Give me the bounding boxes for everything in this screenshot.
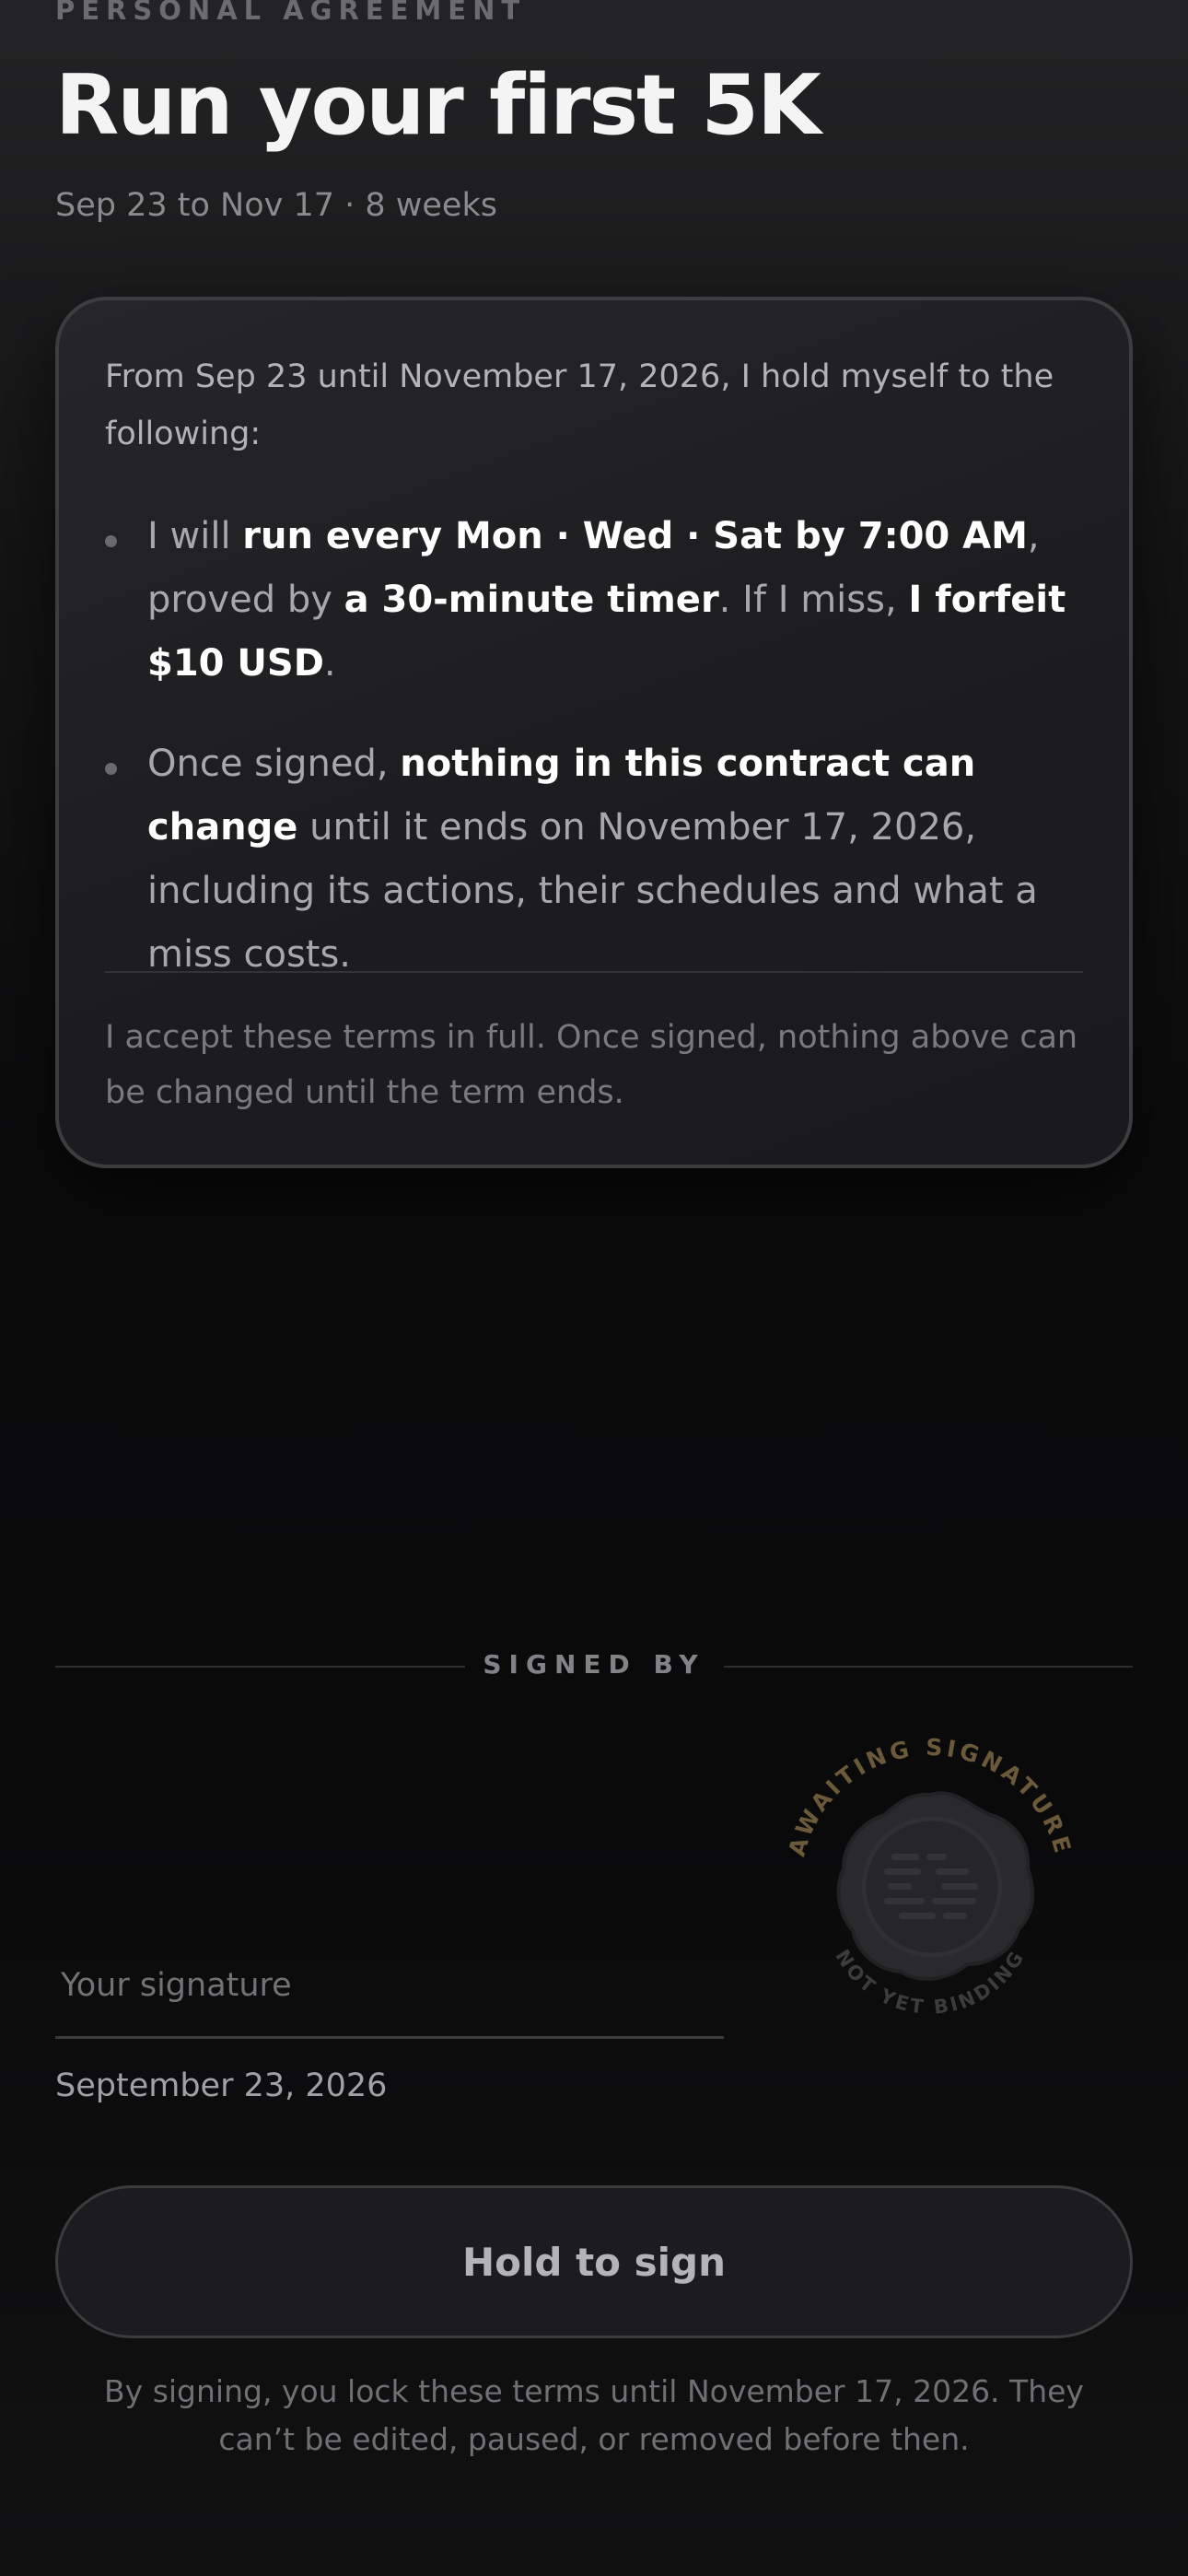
signature-date: September 23, 2026 xyxy=(55,2067,388,2104)
acceptance-statement: I accept these terms in full. Once signe… xyxy=(105,1019,1078,1111)
term-1-proof: a 30-minute timer xyxy=(344,579,719,621)
signed-by-label: SIGNED BY xyxy=(483,1649,705,1680)
term-1-schedule: run every Mon · Wed · Sat by 7:00 AM xyxy=(242,515,1028,557)
card-divider xyxy=(105,971,1083,973)
term-1-text-a: I will xyxy=(147,515,243,557)
contract-term-2: Once signed, nothing in this contract ca… xyxy=(147,732,1087,987)
signed-by-divider-left xyxy=(55,1666,465,1668)
bullet-dot-2 xyxy=(105,763,117,775)
signed-by-divider-right xyxy=(724,1666,1133,1668)
signature-line[interactable] xyxy=(55,2036,724,2039)
signing-disclaimer: By signing, you lock these terms until N… xyxy=(104,2373,1084,2457)
hold-to-sign-button[interactable]: Hold to sign xyxy=(55,2185,1133,2338)
signature-placeholder[interactable]: Your signature xyxy=(61,1967,292,2004)
contract-term-1: I will run every Mon · Wed · Sat by 7:00… xyxy=(147,505,1087,696)
term-1-text-c: . If I miss, xyxy=(718,579,909,621)
term-2-text-a: Once signed, xyxy=(147,743,401,785)
wax-seal-icon: AWAITING SIGNATURE NOT YET BINDING xyxy=(774,1723,1087,2036)
contract-intro: From Sep 23 until November 17, 2026, I h… xyxy=(105,358,1054,452)
contract-card: From Sep 23 until November 17, 2026, I h… xyxy=(55,297,1133,1168)
bullet-dot-1 xyxy=(105,535,117,547)
page-title: Run your first 5K xyxy=(55,57,821,154)
page-subtitle: Sep 23 to Nov 17 · 8 weeks xyxy=(55,187,497,224)
term-1-text-d: . xyxy=(323,642,336,685)
page-kicker: PERSONAL AGREEMENT xyxy=(55,0,527,26)
